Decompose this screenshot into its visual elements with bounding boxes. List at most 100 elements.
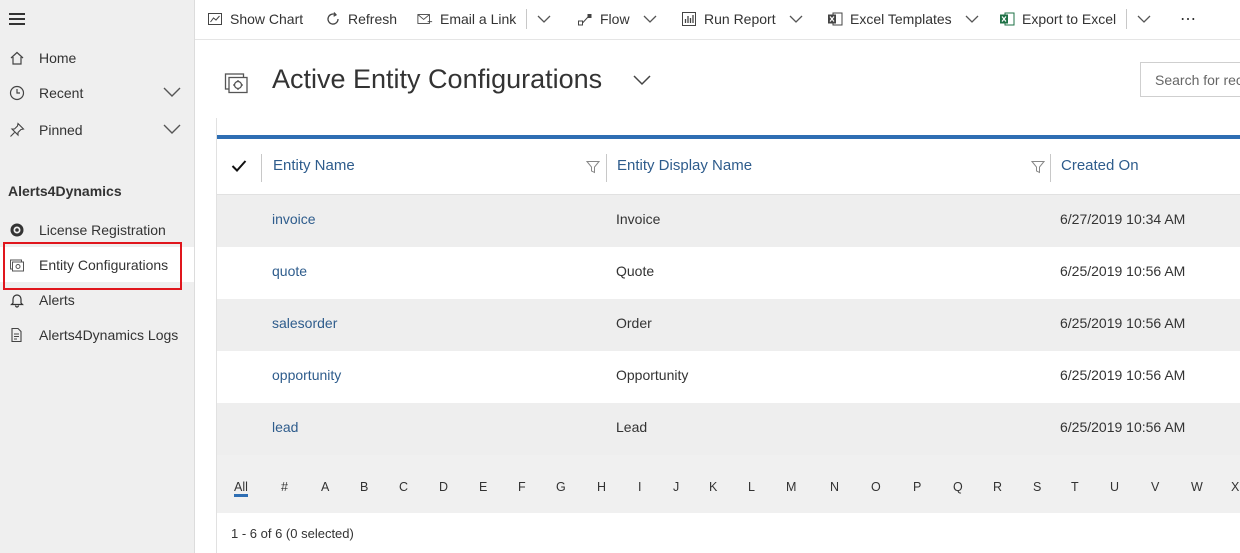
alpha-filter-i[interactable]: I <box>638 480 641 494</box>
sidebar-item-entity-configurations[interactable]: Entity Configurations <box>0 247 194 282</box>
entity-config-icon <box>224 70 250 96</box>
sidebar-item-license-registration[interactable]: License Registration <box>0 212 194 247</box>
alpha-filter-u[interactable]: U <box>1110 480 1119 494</box>
alpha-filter-w[interactable]: W <box>1191 480 1203 494</box>
alpha-filter-j[interactable]: J <box>673 480 679 494</box>
alpha-filter-t[interactable]: T <box>1071 480 1079 494</box>
excel-template-icon <box>827 11 843 27</box>
table-row[interactable]: salesorder Order 6/25/2019 10:56 AM <box>217 299 1240 351</box>
column-header-created-on[interactable]: Created On <box>1061 157 1139 174</box>
email-link-button[interactable]: Email a Link <box>417 0 516 38</box>
separator <box>1126 9 1127 29</box>
chevron-down-icon[interactable] <box>163 85 181 101</box>
chevron-down-icon[interactable] <box>965 14 979 24</box>
log-icon <box>9 327 25 343</box>
alpha-filter-n[interactable]: N <box>830 480 839 494</box>
entity-name-link[interactable]: quote <box>272 263 307 279</box>
export-excel-button[interactable]: Export to Excel <box>999 0 1116 38</box>
sidebar-item-home[interactable]: Home <box>0 40 194 75</box>
sidebar-item-label: Entity Configurations <box>39 256 169 273</box>
sidebar-item-alerts[interactable]: Alerts <box>0 282 194 317</box>
sidebar-item-label: Pinned <box>39 121 83 138</box>
flow-button[interactable]: Flow <box>577 0 657 38</box>
entity-name-link[interactable]: opportunity <box>272 367 341 383</box>
entity-display-name: Quote <box>616 263 655 279</box>
more-commands-button[interactable]: ⋯ <box>1180 0 1197 38</box>
command-bar: Show Chart Refresh Email a Link Flow Run… <box>195 0 1240 40</box>
pin-icon <box>9 121 25 138</box>
alpha-filter-v[interactable]: V <box>1151 480 1159 494</box>
sidebar-item-alerts4dynamics-logs[interactable]: Alerts4Dynamics Logs <box>0 317 194 352</box>
alpha-filter-q[interactable]: Q <box>953 480 963 494</box>
alpha-filter-r[interactable]: R <box>993 480 1002 494</box>
table-row[interactable]: opportunity Opportunity 6/25/2019 10:56 … <box>217 351 1240 403</box>
chevron-down-icon <box>1137 15 1151 23</box>
alpha-filter-hash[interactable]: # <box>281 480 288 494</box>
entity-name-link[interactable]: lead <box>272 419 298 435</box>
sidebar-item-pinned[interactable]: Pinned <box>0 112 194 147</box>
entity-config-icon <box>9 257 25 273</box>
alpha-filter-x[interactable]: X <box>1231 480 1239 494</box>
sidebar-item-recent[interactable]: Recent <box>0 75 194 110</box>
home-icon <box>9 50 25 66</box>
table-row[interactable]: lead Lead 6/25/2019 10:56 AM <box>217 403 1240 455</box>
separator <box>526 9 527 29</box>
alpha-filter-o[interactable]: O <box>871 480 881 494</box>
alpha-filter-all[interactable]: All <box>234 480 248 497</box>
column-header-entity-display-name[interactable]: Entity Display Name <box>617 157 752 174</box>
alpha-filter-l[interactable]: L <box>748 480 755 494</box>
sidebar: Home Recent Pinned Alerts4Dynamics Licen… <box>0 0 195 553</box>
created-on: 6/25/2019 10:56 AM <box>1060 419 1186 435</box>
report-icon <box>681 11 697 27</box>
column-header-entity-name[interactable]: Entity Name <box>273 157 355 174</box>
refresh-button[interactable]: Refresh <box>325 0 397 38</box>
column-separator <box>1050 154 1051 182</box>
alpha-filter-k[interactable]: K <box>709 480 717 494</box>
filter-icon[interactable] <box>1030 160 1046 177</box>
hamburger-menu-icon[interactable] <box>9 13 25 25</box>
entity-name-link[interactable]: salesorder <box>272 315 337 331</box>
chevron-down-icon[interactable] <box>789 14 803 24</box>
column-separator <box>606 154 607 182</box>
chevron-down-icon[interactable] <box>643 14 657 24</box>
export-excel-dropdown[interactable] <box>1137 0 1151 38</box>
alpha-filter-h[interactable]: H <box>597 480 606 494</box>
filter-icon[interactable] <box>585 160 601 177</box>
table-row[interactable]: invoice Invoice 6/27/2019 10:34 AM <box>217 195 1240 247</box>
alpha-filter-s[interactable]: S <box>1033 480 1041 494</box>
created-on: 6/27/2019 10:34 AM <box>1060 211 1186 227</box>
column-separator <box>261 154 262 182</box>
entity-name-link[interactable]: invoice <box>272 211 316 227</box>
show-chart-label: Show Chart <box>230 11 304 27</box>
alpha-filter-g[interactable]: G <box>556 480 566 494</box>
excel-templates-label: Excel Templates <box>850 11 952 27</box>
alpha-filter-f[interactable]: F <box>518 480 526 494</box>
email-link-dropdown[interactable] <box>537 0 551 38</box>
alpha-filter-m[interactable]: M <box>786 480 796 494</box>
sidebar-group-title: Alerts4Dynamics <box>8 183 122 199</box>
run-report-button[interactable]: Run Report <box>681 0 803 38</box>
alpha-filter-b[interactable]: B <box>360 480 368 494</box>
created-on: 6/25/2019 10:56 AM <box>1060 367 1186 383</box>
sidebar-item-label: Recent <box>39 84 84 101</box>
chevron-down-icon[interactable] <box>163 122 181 138</box>
alpha-filter-p[interactable]: P <box>913 480 921 494</box>
search-input[interactable]: Search for rec <box>1140 62 1240 97</box>
show-chart-button[interactable]: Show Chart <box>207 0 303 38</box>
select-all-checkmark-icon[interactable] <box>231 159 247 176</box>
chevron-down-icon <box>537 15 551 23</box>
alpha-filter-d[interactable]: D <box>439 480 448 494</box>
alpha-filter-a[interactable]: A <box>321 480 329 494</box>
main-content: Active Entity Configurations Search for … <box>195 40 1240 553</box>
alpha-filter-e[interactable]: E <box>479 480 487 494</box>
entity-display-name: Order <box>616 315 652 331</box>
alpha-filter-c[interactable]: C <box>399 480 408 494</box>
view-selector-chevron-icon[interactable] <box>633 73 651 89</box>
entity-display-name: Opportunity <box>616 367 689 383</box>
table-row[interactable]: quote Quote 6/25/2019 10:56 AM <box>217 247 1240 299</box>
clock-icon <box>9 85 25 101</box>
flow-label: Flow <box>600 11 630 27</box>
flow-icon <box>577 11 593 27</box>
excel-templates-button[interactable]: Excel Templates <box>827 0 979 38</box>
alphabet-filter-bar: All # A B C D E F G H I J K L M N O P Q … <box>217 455 1240 513</box>
